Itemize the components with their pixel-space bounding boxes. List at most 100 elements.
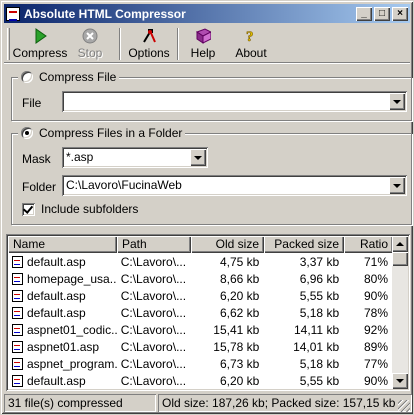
row-name: default.asp: [27, 288, 86, 303]
compress-file-label: Compress File: [39, 70, 117, 84]
row-name: default.asp: [27, 254, 86, 269]
file-dropdown-button[interactable]: [389, 93, 405, 110]
help-label: Help: [190, 46, 216, 60]
file-label: File: [22, 96, 42, 110]
table-row[interactable]: aspnet01_codic... C:\Lavoro\... 15,41 kb…: [8, 321, 392, 338]
row-old-size: 4,75 kb: [219, 254, 260, 269]
row-old-size: 8,66 kb: [219, 271, 260, 286]
include-subfolders-checkbox[interactable]: [22, 203, 35, 216]
asp-file-icon: [12, 289, 23, 302]
table-row[interactable]: default.asp C:\Lavoro\... 6,62 kb 5,18 k…: [8, 304, 392, 321]
scroll-up-button[interactable]: [392, 236, 408, 252]
results-list[interactable]: Name Path Old size Packed size Ratio def…: [6, 234, 410, 391]
column-header-old-size[interactable]: Old size: [191, 236, 264, 253]
row-old-size: 6,20 kb: [219, 373, 260, 388]
row-ratio: 90%: [363, 288, 388, 303]
asp-file-icon: [12, 374, 23, 387]
minimize-button[interactable]: _: [356, 6, 372, 21]
asp-file-icon: [12, 255, 23, 268]
row-ratio: 92%: [363, 322, 388, 337]
vertical-scrollbar[interactable]: [392, 236, 408, 389]
table-row[interactable]: default.asp C:\Lavoro\... 6,20 kb 5,55 k…: [8, 372, 392, 389]
list-body: default.asp C:\Lavoro\... 4,75 kb 3,37 k…: [8, 253, 392, 389]
table-row[interactable]: homepage_usa... C:\Lavoro\... 8,66 kb 6,…: [8, 270, 392, 287]
compress-file-radio[interactable]: [21, 71, 33, 83]
toolbar-separator: [177, 28, 179, 60]
maximize-button[interactable]: □: [374, 6, 390, 21]
compress-file-group: Compress File File: [11, 70, 412, 121]
row-packed-size: 5,55 kb: [299, 288, 340, 303]
compress-folder-option[interactable]: Compress Files in a Folder: [18, 126, 186, 140]
folder-combo[interactable]: C:\Lavoro\FucinaWeb: [62, 175, 407, 196]
column-header-name[interactable]: Name: [8, 236, 117, 253]
about-button[interactable]: ? About: [227, 25, 275, 61]
file-combo[interactable]: [62, 91, 407, 112]
compress-folder-radio[interactable]: [21, 127, 33, 139]
asp-file-icon: [12, 357, 23, 370]
row-ratio: 78%: [363, 305, 388, 320]
help-button[interactable]: Help: [185, 25, 221, 61]
list-header: Name Path Old size Packed size Ratio: [8, 236, 393, 253]
row-path: C:\Lavoro\...: [120, 373, 187, 388]
compress-file-option[interactable]: Compress File: [18, 70, 120, 84]
include-subfolders-label[interactable]: Include subfolders: [41, 202, 138, 216]
row-path: C:\Lavoro\...: [120, 305, 187, 320]
scroll-thumb[interactable]: [392, 252, 408, 266]
row-packed-size: 6,96 kb: [299, 271, 340, 286]
column-header-ratio[interactable]: Ratio: [344, 236, 393, 253]
row-path: C:\Lavoro\...: [120, 322, 187, 337]
chevron-down-icon: [396, 379, 404, 383]
folder-dropdown-button[interactable]: [389, 177, 405, 194]
row-packed-size: 5,18 kb: [299, 356, 340, 371]
column-header-path[interactable]: Path: [117, 236, 191, 253]
app-window: Absolute HTML Compressor _ □ × Compress …: [0, 0, 414, 415]
row-old-size: 15,41 kb: [213, 322, 260, 337]
options-button[interactable]: Options: [127, 25, 171, 61]
row-packed-size: 14,01 kb: [293, 339, 340, 354]
table-row[interactable]: aspnet_program... C:\Lavoro\... 6,73 kb …: [8, 355, 392, 372]
stop-button[interactable]: Stop: [67, 25, 113, 61]
compress-folder-label: Compress Files in a Folder: [39, 126, 183, 140]
chevron-down-icon: [194, 155, 202, 160]
row-packed-size: 5,18 kb: [299, 305, 340, 320]
window-title: Absolute HTML Compressor: [24, 6, 186, 21]
stop-icon: [82, 28, 98, 44]
about-icon: ?: [243, 28, 259, 44]
title-bar[interactable]: Absolute HTML Compressor _ □ ×: [4, 4, 410, 23]
row-name: aspnet01_codic...: [27, 322, 117, 337]
status-files-compressed: 31 file(s) compressed: [4, 394, 156, 412]
row-old-size: 6,62 kb: [219, 305, 260, 320]
row-packed-size: 14,11 kb: [293, 322, 340, 337]
column-header-packed-size[interactable]: Packed size: [264, 236, 344, 253]
table-row[interactable]: default.asp C:\Lavoro\... 4,75 kb 3,37 k…: [8, 253, 392, 270]
row-path: C:\Lavoro\...: [120, 254, 187, 269]
help-book-icon: [195, 28, 211, 44]
compress-folder-group: Compress Files in a Folder Mask *.asp Fo…: [11, 126, 412, 225]
row-name: default.asp: [27, 373, 86, 388]
mask-combo[interactable]: *.asp: [62, 147, 208, 168]
options-icon: [141, 28, 157, 44]
table-row[interactable]: default.asp C:\Lavoro\... 6,20 kb 5,55 k…: [8, 287, 392, 304]
row-ratio: 77%: [363, 356, 388, 371]
row-old-size: 6,20 kb: [219, 288, 260, 303]
row-packed-size: 5,55 kb: [299, 373, 340, 388]
table-row[interactable]: aspnet01.asp C:\Lavoro\... 15,78 kb 14,0…: [8, 338, 392, 355]
play-icon: [32, 28, 48, 44]
row-path: C:\Lavoro\...: [120, 339, 187, 354]
row-name: default.asp: [27, 305, 86, 320]
chevron-down-icon: [393, 183, 401, 188]
mask-dropdown-button[interactable]: [190, 149, 206, 166]
toolbar-grip[interactable]: [7, 28, 10, 60]
about-label: About: [235, 46, 267, 60]
resize-grip-icon[interactable]: [398, 400, 410, 412]
row-path: C:\Lavoro\...: [120, 356, 187, 371]
asp-file-icon: [12, 323, 23, 336]
toolbar: Compress Stop Options Help ? About: [4, 25, 410, 63]
close-button[interactable]: ×: [392, 6, 408, 21]
row-packed-size: 3,37 kb: [299, 254, 340, 269]
compress-button[interactable]: Compress: [13, 25, 67, 61]
app-icon[interactable]: [6, 6, 20, 21]
scroll-down-button[interactable]: [392, 373, 408, 389]
mask-label: Mask: [22, 152, 51, 166]
row-ratio: 90%: [363, 373, 388, 388]
